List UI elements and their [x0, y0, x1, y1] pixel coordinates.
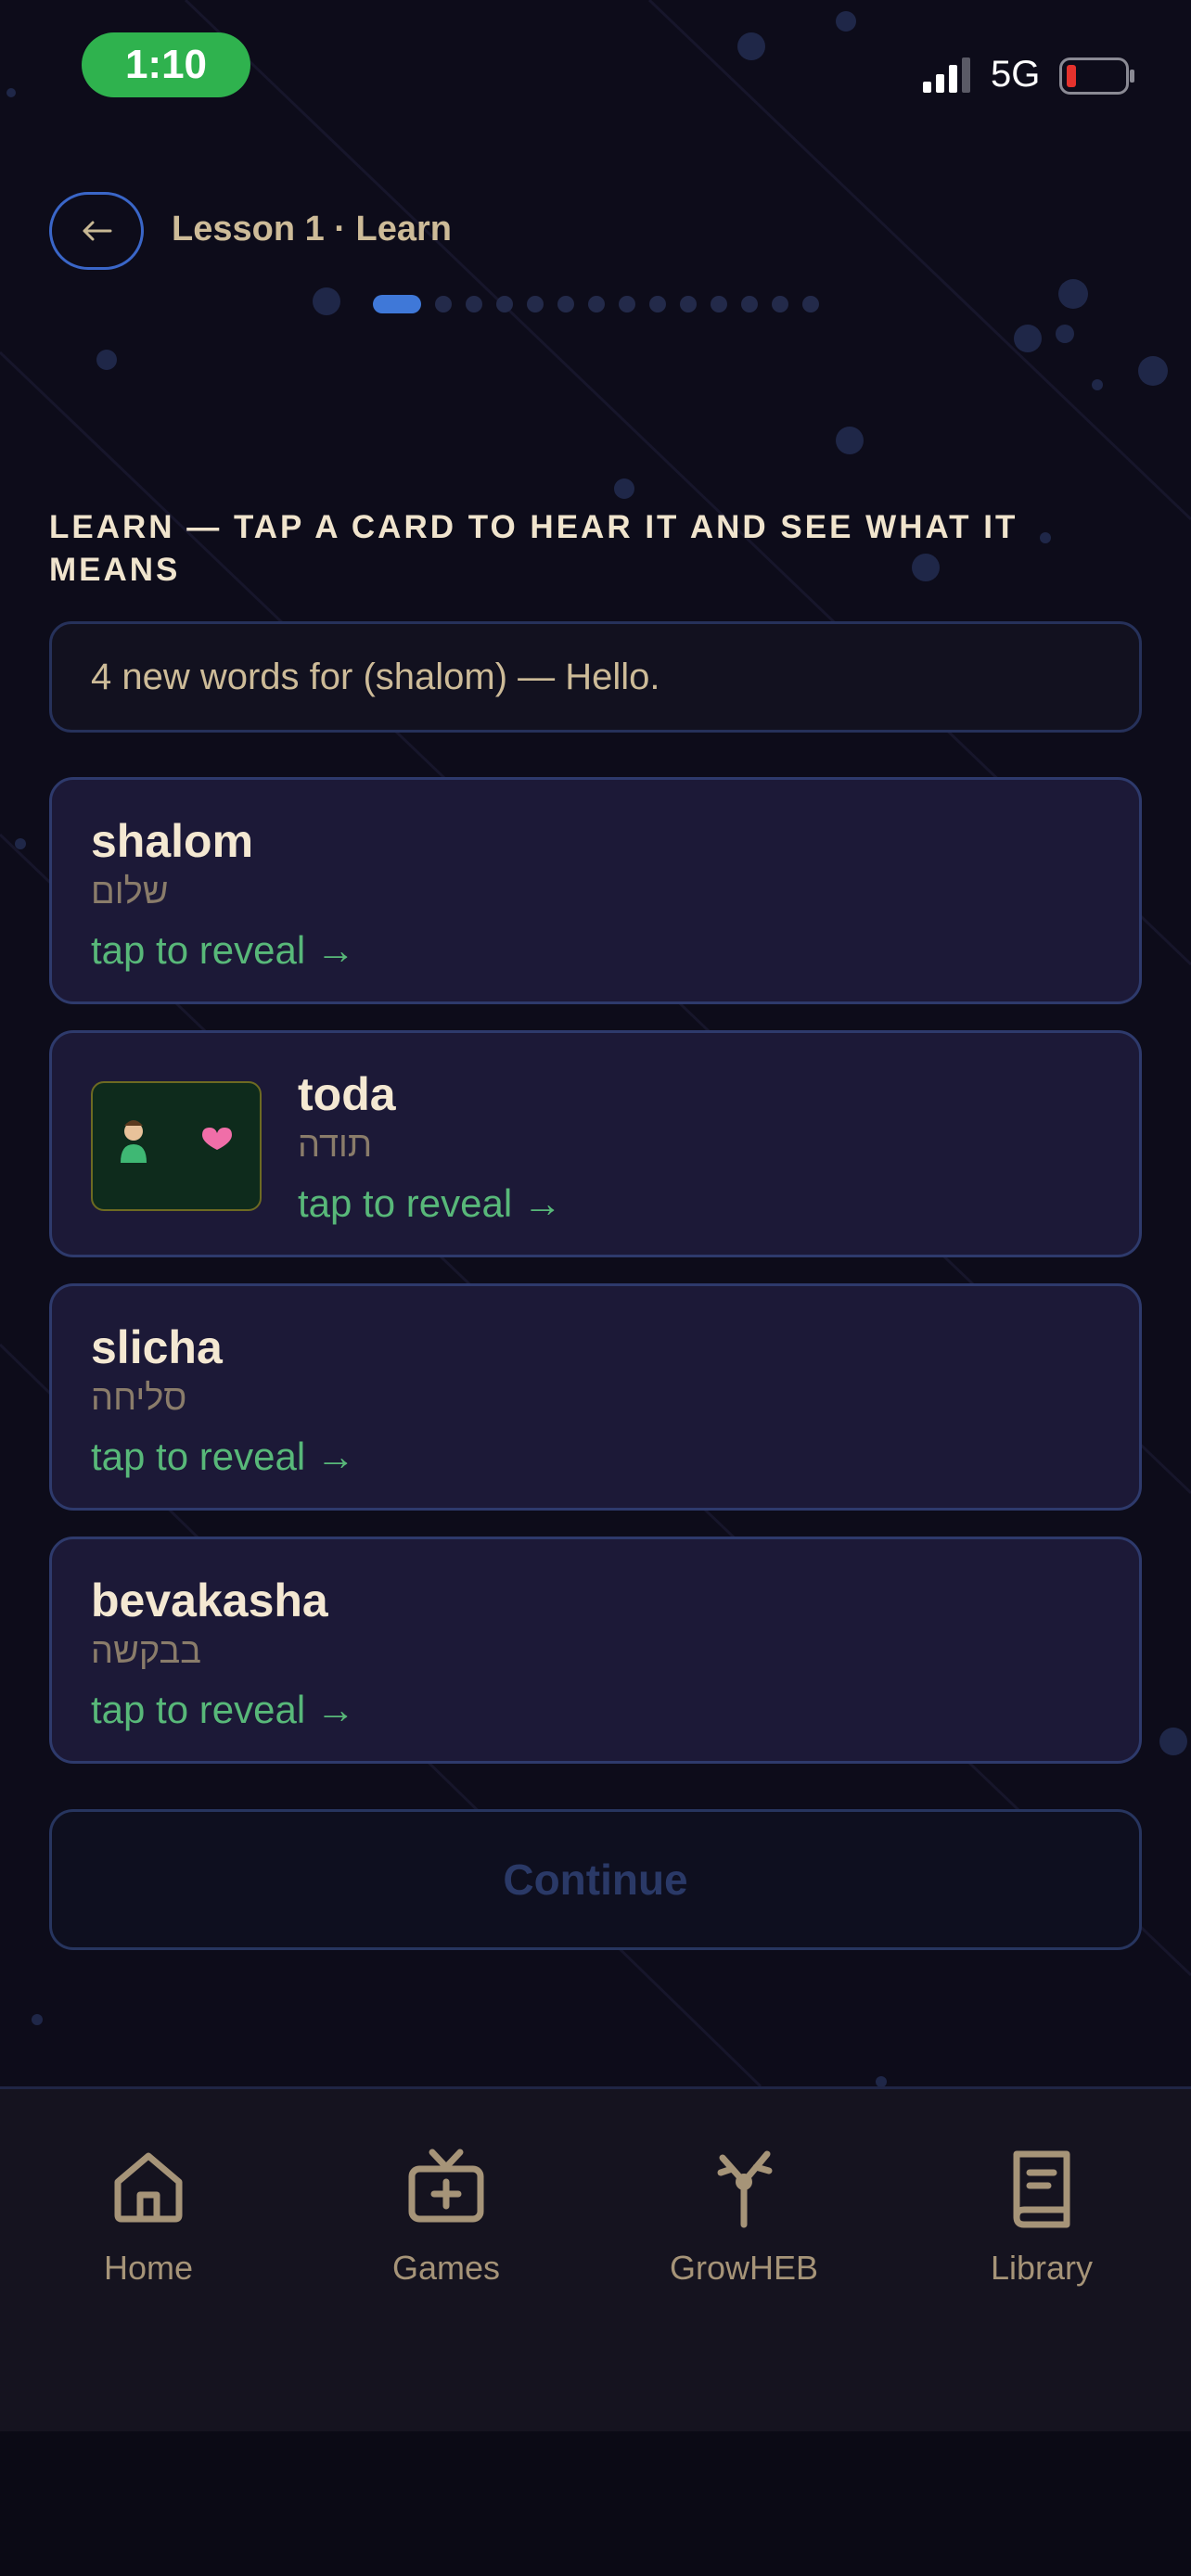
home-indicator-area — [0, 2431, 1191, 2576]
progress-dot — [619, 296, 635, 312]
network-type: 5G — [991, 54, 1041, 95]
battery-icon — [1059, 57, 1134, 95]
back-button[interactable] — [49, 192, 144, 270]
progress-dot — [588, 296, 605, 312]
nav-label: Home — [103, 2249, 194, 2287]
status-bar: 1:10 5G — [0, 0, 1191, 130]
card-word: shalom — [91, 815, 254, 867]
book-icon — [1013, 2150, 1070, 2228]
word-card-toda[interactable]: toda תודה tap to reveal → — [49, 1030, 1142, 1257]
home-icon — [114, 2152, 183, 2223]
person-heart-illustration — [91, 1081, 262, 1211]
tap-to-reveal: tap to reveal → — [91, 928, 355, 972]
tv-games-icon — [408, 2149, 484, 2223]
arrow-left-icon — [83, 221, 112, 241]
progress-dot-active — [373, 295, 421, 313]
tap-to-reveal: tap to reveal → — [91, 1435, 355, 1478]
lesson-title: Lesson 1 · Learn — [172, 210, 452, 249]
card-word: slicha — [91, 1321, 223, 1373]
card-word: bevakasha — [91, 1575, 328, 1626]
card-hebrew: בבקשה — [91, 1632, 201, 1671]
word-card-bevakasha[interactable]: bevakasha בבקשה tap to reveal → — [49, 1537, 1142, 1764]
progress-dot — [741, 296, 758, 312]
bottom-nav: Home Games GrowHEB Library — [0, 2086, 1191, 2434]
progress-dot — [711, 296, 727, 312]
nav-label: Library — [990, 2249, 1094, 2287]
card-hebrew: תודה — [298, 1126, 373, 1165]
word-card-slicha[interactable]: slicha סליחה tap to reveal → — [49, 1283, 1142, 1511]
progress-dot — [680, 296, 697, 312]
progress-dot — [527, 296, 544, 312]
signal-icon — [923, 57, 970, 93]
card-hebrew: שלום — [91, 873, 169, 912]
nav-games[interactable]: Games — [335, 2145, 557, 2288]
nav-library[interactable]: Library — [930, 2145, 1153, 2288]
progress-dot — [435, 296, 452, 312]
progress-dot — [649, 296, 666, 312]
card-word: toda — [298, 1068, 396, 1120]
card-hebrew: סליחה — [91, 1379, 187, 1418]
lesson-progress — [373, 294, 819, 314]
nav-label: Games — [391, 2249, 501, 2287]
progress-dot — [496, 296, 513, 312]
tap-to-reveal: tap to reveal → — [298, 1181, 562, 1225]
nav-label: GrowHEB — [669, 2249, 819, 2287]
word-card-shalom[interactable]: shalom שלום tap to reveal → — [49, 777, 1142, 1004]
tap-to-reveal: tap to reveal → — [91, 1688, 355, 1731]
instruction-heading: LEARN — TAP A CARD TO HEAR IT AND SEE WH… — [49, 509, 1018, 588]
intro-text: 4 new words for (shalom) — Hello. — [49, 621, 1142, 733]
sprout-icon — [717, 2150, 773, 2228]
continue-button[interactable]: Continue — [49, 1809, 1142, 1950]
status-time: 1:10 — [82, 32, 250, 97]
progress-dot — [772, 296, 788, 312]
progress-dot — [802, 296, 819, 312]
nav-growheb[interactable]: GrowHEB — [633, 2145, 855, 2288]
nav-home[interactable]: Home — [37, 2145, 260, 2288]
progress-dot — [466, 296, 482, 312]
progress-dot — [557, 296, 574, 312]
